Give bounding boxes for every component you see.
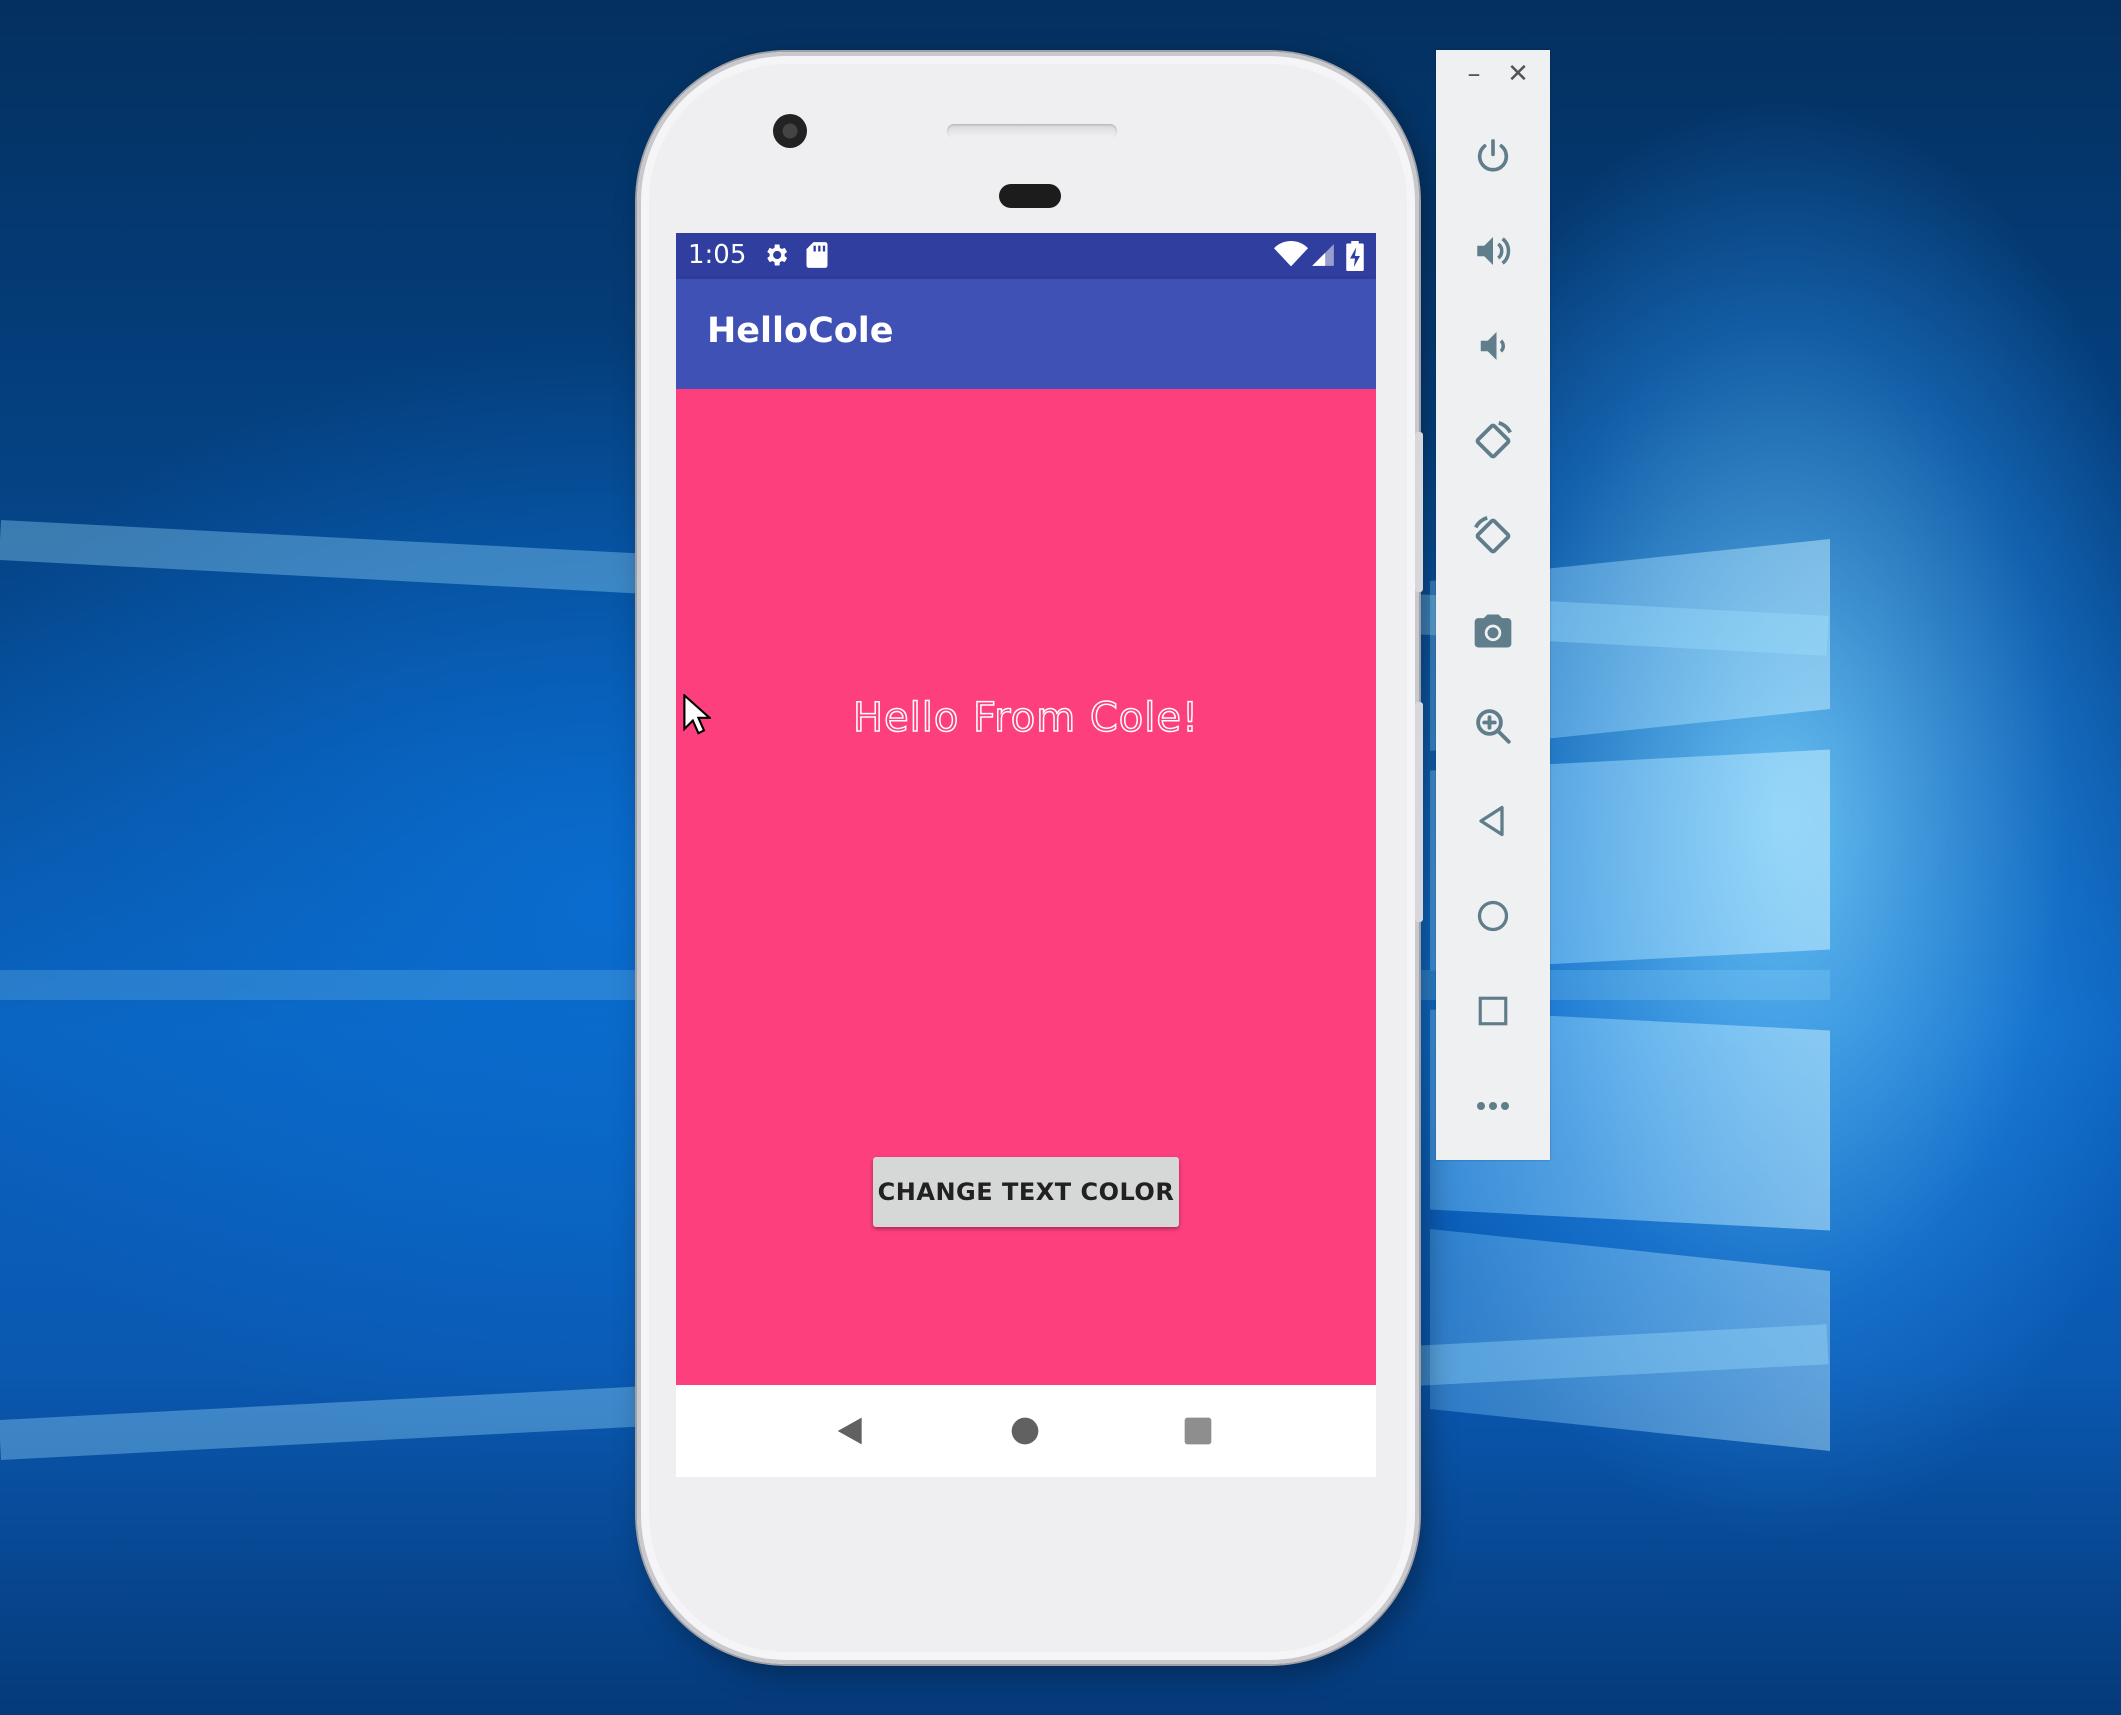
camera-icon[interactable] [1465, 603, 1521, 659]
speaker-grille [947, 124, 1117, 138]
battery-charging-icon [1346, 241, 1364, 278]
app-title: HelloCole [707, 311, 894, 351]
navigation-bar [676, 1385, 1376, 1477]
phone-side-button[interactable] [1415, 702, 1423, 922]
recents-icon[interactable] [1180, 1413, 1216, 1449]
rotate-left-icon[interactable] [1465, 413, 1521, 469]
phone-screen: 1:05 HelloCole Hello From Cole! CHANGE T… [676, 233, 1376, 1477]
home-icon[interactable] [1007, 1413, 1043, 1449]
toolbar-window-controls: – ✕ [1436, 50, 1550, 100]
status-bar: 1:05 [676, 233, 1376, 279]
home-icon[interactable] [1465, 888, 1521, 944]
sd-card-icon [806, 241, 828, 276]
earpiece-sensor [999, 184, 1061, 208]
main-content: Hello From Cole! CHANGE TEXT COLOR [676, 389, 1376, 1385]
volume-down-icon[interactable] [1465, 318, 1521, 374]
back-icon[interactable] [1465, 793, 1521, 849]
overview-icon[interactable] [1465, 983, 1521, 1039]
rotate-right-icon[interactable] [1465, 508, 1521, 564]
settings-icon [762, 241, 790, 276]
power-icon[interactable] [1465, 128, 1521, 184]
app-bar: HelloCole [676, 279, 1376, 389]
back-icon[interactable] [833, 1413, 869, 1449]
more-icon[interactable] [1465, 1078, 1521, 1134]
mouse-cursor-icon [683, 693, 713, 741]
front-camera [773, 114, 807, 148]
zoom-icon[interactable] [1465, 698, 1521, 754]
status-time: 1:05 [688, 240, 747, 270]
hello-text: Hello From Cole! [852, 694, 1200, 742]
emulator-toolbar: – ✕ [1436, 50, 1550, 1160]
wifi-icon [1274, 241, 1308, 276]
change-text-color-button[interactable]: CHANGE TEXT COLOR [873, 1157, 1179, 1227]
minimize-button[interactable]: – [1458, 58, 1490, 90]
close-button[interactable]: ✕ [1502, 58, 1534, 90]
signal-icon [1310, 241, 1336, 276]
volume-up-icon[interactable] [1465, 223, 1521, 279]
phone-side-button[interactable] [1415, 432, 1423, 592]
